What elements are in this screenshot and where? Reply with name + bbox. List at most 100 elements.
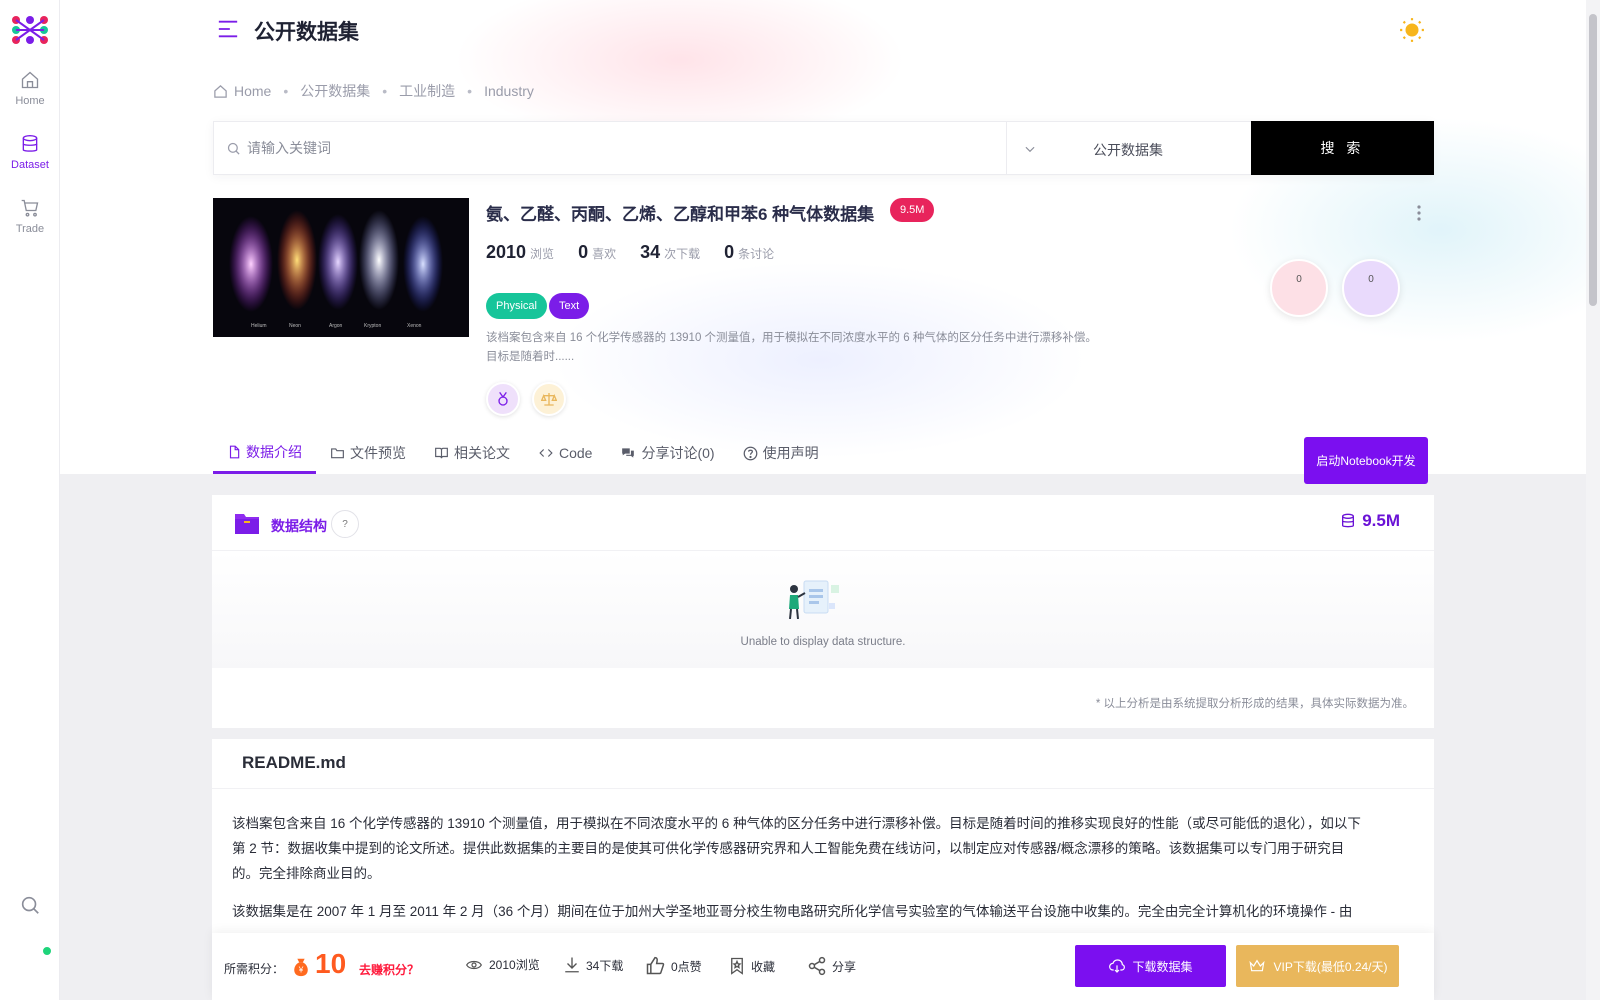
sidebar-item-home[interactable]: Home: [0, 70, 60, 126]
tab-terms[interactable]: 使用声明: [729, 432, 833, 474]
data-structure-title: 数据结构: [271, 518, 327, 534]
more-vertical-icon[interactable]: [1416, 204, 1422, 222]
svg-text:Argon: Argon: [329, 323, 343, 329]
dataset-description: 该档案包含来自 16 个化学传感器的 13910 个测量值，用于模拟在不同浓度水…: [486, 332, 1097, 363]
balance-scale-icon: [541, 393, 557, 406]
code-icon: [539, 449, 553, 457]
coin-bag-icon: ¥: [294, 958, 308, 977]
dataset-stats: 2010 浏览 0 喜欢 34 次下载 0 条讨论: [486, 242, 798, 263]
license-badge[interactable]: [532, 382, 566, 416]
tab-papers[interactable]: 相关论文: [420, 432, 524, 474]
breadcrumb-category[interactable]: 工业制造: [399, 81, 455, 101]
menu-icon[interactable]: [217, 18, 239, 40]
tab-file-preview[interactable]: 文件预览: [316, 432, 420, 474]
empty-state-text: Unable to display data structure.: [740, 636, 906, 648]
chevron-down-icon: [1025, 146, 1035, 153]
vip-download-button[interactable]: VIP下载(最低0.24/天): [1236, 945, 1399, 987]
breadcrumb: Home • 公开数据集 • 工业制造 • Industry: [213, 81, 534, 101]
scrollbar-thumb[interactable]: [1589, 14, 1597, 306]
breadcrumb-home[interactable]: Home: [234, 83, 271, 99]
earn-points-link[interactable]: 去赚积分？: [359, 961, 419, 978]
crown-icon: [1249, 959, 1266, 972]
document-icon: [229, 445, 240, 458]
breadcrumb-separator: •: [382, 83, 388, 99]
share-icon: [808, 956, 826, 976]
book-icon: [435, 447, 448, 459]
stat-views: 2010 浏览: [486, 242, 555, 262]
comments-icon: [622, 448, 635, 458]
readme-paragraph: 该数据集是在 2007 年 1 月至 2011 年 2 月（36 个月）期间在位…: [232, 904, 1353, 919]
breadcrumb-current: Industry: [484, 83, 534, 99]
data-structure-body: Unable to display data structure.: [212, 551, 1434, 668]
tag-text[interactable]: Text: [549, 293, 590, 319]
database-icon: [22, 135, 38, 152]
question-circle-icon: [743, 446, 757, 460]
logo-icon[interactable]: [10, 14, 50, 46]
sidebar: Home Dataset Trade: [0, 0, 60, 1000]
medal-icon: [498, 391, 508, 406]
search-icon[interactable]: [19, 894, 41, 916]
points-label: 所需积分：: [224, 962, 285, 976]
empty-illustration-icon: [789, 580, 839, 619]
download-dataset-button[interactable]: 下载数据集: [1075, 945, 1226, 987]
downloads-count: 34下载: [563, 956, 623, 974]
data-structure-card: 数据结构 ? 9.5M Unable to display data struc…: [212, 495, 1434, 728]
eye-icon: [465, 960, 483, 969]
data-size: 9.5M: [1340, 511, 1400, 531]
rating-circle-b: 0: [1342, 259, 1400, 317]
folder-icon: [235, 514, 259, 534]
sidebar-item-label: Dataset: [11, 159, 49, 171]
readme-title: README.md: [242, 753, 346, 772]
sidebar-item-trade[interactable]: Trade: [0, 198, 60, 254]
tab-code[interactable]: Code: [524, 432, 606, 474]
views-count: 2010浏览: [464, 956, 540, 973]
svg-text:¥: ¥: [298, 966, 304, 975]
home-icon: [214, 84, 227, 98]
tab-intro[interactable]: 数据介绍: [213, 432, 316, 474]
online-status-dot: [41, 945, 53, 957]
page-title: 公开数据集: [254, 21, 359, 44]
bookmark-star-icon: [731, 957, 743, 975]
folder-icon: [331, 448, 344, 459]
dataset-title: 氨、乙醛、丙酮、乙烯、乙醇和甲苯6 种气体数据集: [486, 205, 875, 224]
search-button[interactable]: 搜 索: [1251, 121, 1434, 175]
breadcrumb-separator: •: [283, 83, 289, 99]
medal-badge[interactable]: [486, 382, 520, 416]
launch-notebook-button[interactable]: 启动Notebook开发: [1304, 437, 1428, 484]
search-bar: 公开数据集 搜 索: [213, 121, 1434, 175]
breadcrumb-separator: •: [467, 83, 473, 99]
download-bar: 所需积分： ¥ 10 去赚积分？ 2010浏览 34下载 0点赞 收藏 分享 下…: [212, 933, 1434, 1000]
points-value: 10: [315, 948, 347, 979]
like-button[interactable]: 0点赞: [644, 956, 702, 976]
readme-header: README.md: [212, 739, 1434, 789]
share-button[interactable]: 分享: [807, 956, 856, 976]
sidebar-item-label: Trade: [15, 223, 45, 235]
sidebar-item-label: Home: [15, 95, 45, 107]
sun-icon[interactable]: [1399, 17, 1425, 43]
favorite-button[interactable]: 收藏: [728, 956, 775, 976]
dataset-thumbnail[interactable]: Helium Neon Argon Krypton Xenon: [213, 198, 469, 337]
database-icon: [1342, 513, 1355, 528]
stat-likes: 0 喜欢: [578, 242, 617, 262]
svg-text:Helium: Helium: [251, 323, 267, 329]
tab-bar: 数据介绍 文件预览 相关论文 Code 分享讨论(0) 使用声明: [213, 432, 833, 474]
data-structure-header: 数据结构 ? 9.5M: [212, 495, 1434, 551]
cart-icon: [21, 199, 39, 217]
svg-text:Xenon: Xenon: [407, 323, 422, 329]
download-icon: [565, 957, 579, 973]
stat-discussions: 0 条讨论: [724, 242, 775, 262]
search-icon: [227, 142, 240, 155]
search-scope-value: 公开数据集: [1093, 142, 1163, 158]
search-scope-select[interactable]: 公开数据集: [1006, 122, 1243, 174]
breadcrumb-datasets[interactable]: 公开数据集: [300, 81, 370, 101]
rating-circle-a: 0: [1270, 259, 1328, 317]
analysis-note: * 以上分析是由系统提取分析形成的结果，具体实际数据为准。: [1095, 698, 1414, 710]
tag-physical[interactable]: Physical: [486, 293, 547, 319]
sidebar-item-dataset[interactable]: Dataset: [0, 134, 60, 190]
svg-text:Krypton: Krypton: [364, 323, 381, 329]
help-button[interactable]: ?: [331, 510, 359, 538]
tab-discussion[interactable]: 分享讨论(0): [606, 432, 728, 474]
thumbs-up-icon: [646, 956, 665, 975]
readme-paragraph: 该档案包含来自 16 个化学传感器的 13910 个测量值，用于模拟在不同浓度水…: [232, 816, 1361, 881]
size-badge: 9.5M: [890, 198, 935, 222]
